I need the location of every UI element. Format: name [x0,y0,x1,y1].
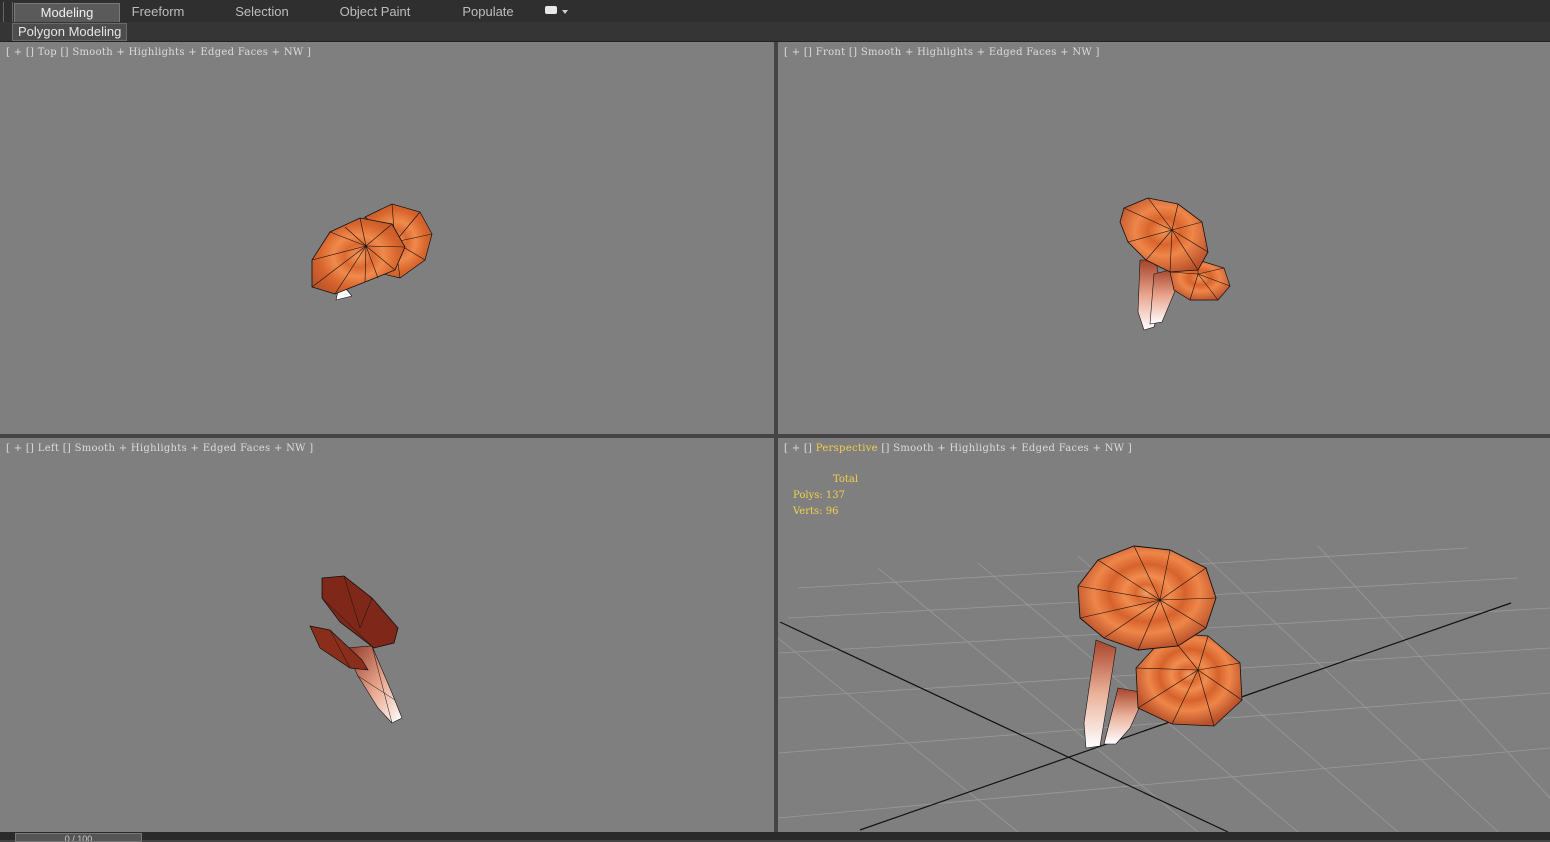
viewport-edged-faces[interactable]: Edged Faces [1021,443,1089,454]
stats-total-header: Total [833,474,859,485]
ribbon-bar: Modeling Freeform Selection Object Paint… [0,0,1550,38]
tab-populate[interactable]: Populate [448,3,528,21]
timeline-bar [0,832,1550,840]
tab-object-paint[interactable]: Object Paint [330,3,420,21]
mushroom-front-view [1119,197,1231,331]
tab-polygon-modeling[interactable]: Polygon Modeling [12,23,128,41]
viewport-menu-plus[interactable]: + [792,443,801,454]
viewport-nw[interactable]: NW [1105,443,1125,454]
time-slider[interactable]: 0 / 100 [15,833,142,842]
ribbon-options-button[interactable] [543,5,568,18]
viewport-top[interactable]: [ + [] Top [] Smooth + Highlights + Edge… [0,42,774,434]
chevron-down-icon [562,10,568,14]
ribbon-subbar [0,22,1550,42]
viewport-view-name[interactable]: Perspective [816,443,878,454]
viewport-front[interactable]: [ + [] Front [] Smooth + Highlights + Ed… [778,42,1550,434]
viewport-perspective[interactable]: [ + [] Perspective [] Smooth + Highlight… [778,438,1550,832]
perspective-grid [778,545,1550,832]
mushroom-left-view [309,575,403,724]
mushroom-top-view [311,203,433,301]
viewport-highlights[interactable]: Highlights [950,443,1006,454]
tab-modeling[interactable]: Modeling [14,3,120,22]
viewport-left[interactable]: [ + [] Left [] Smooth + Highlights + Edg… [0,438,774,832]
viewport-shading[interactable]: Smooth [893,443,934,454]
viewport-label-perspective: [ + [] Perspective [] Smooth + Highlight… [784,443,1133,454]
stats-verts: Verts: 96 [793,506,839,517]
tab-selection[interactable]: Selection [222,3,302,21]
stats-polys: Polys: 137 [793,490,845,501]
ribbon-options-icon [545,6,557,14]
tab-freeform[interactable]: Freeform [118,3,198,21]
